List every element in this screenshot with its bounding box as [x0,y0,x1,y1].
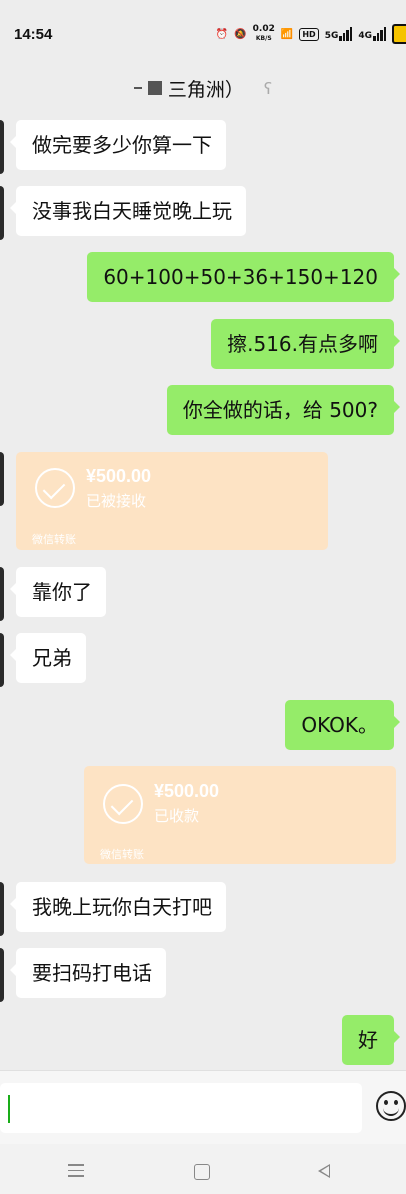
signal-bars-icon [339,27,353,41]
redacted-mark [133,87,142,89]
net-speed: 0.02 KB/S [252,24,275,43]
mute-icon: 🔕 [234,28,247,40]
chat-header: 三角洲） ʕ [0,68,406,108]
transfer-card[interactable]: ¥500.00 已收款 微信转账 [84,766,396,864]
message-bubble[interactable]: 60+100+50+36+150+120 [87,252,400,302]
transfer-card[interactable]: ¥500.00 已被接收 微信转账 [16,452,328,550]
message-input[interactable] [0,1083,362,1133]
avatar[interactable] [0,882,4,936]
signal-bars-icon [373,27,386,41]
wifi-icon: 📶 [280,28,294,40]
transfer-amount: ¥500.00 [154,781,220,801]
message-bubble[interactable]: 我晚上玩你白天打吧 [10,882,226,932]
alarm-icon: ⏰ [215,28,229,40]
avatar[interactable] [0,567,4,621]
chat-title: 三角洲） [167,78,244,101]
message-bubble[interactable]: 没事我白天睡觉晚上玩 [10,186,246,236]
menu-icon[interactable] [68,1164,84,1181]
emoji-icon[interactable] [376,1091,406,1121]
battery-icon [392,24,406,44]
message-bubble[interactable]: 做完要多少你算一下 [10,120,226,170]
transfer-label: 微信转账 [32,533,76,546]
avatar[interactable] [0,120,4,174]
status-time: 14:54 [14,26,53,43]
chat-title-wrap[interactable]: 三角洲） ʕ [133,75,273,102]
home-icon[interactable] [194,1164,210,1180]
message-bubble[interactable]: 你全做的话，给 500? [166,385,401,435]
text-cursor [8,1095,10,1123]
transfer-status: 已收款 [154,807,200,825]
message-bubble[interactable]: 好 [342,1015,400,1065]
input-bar [0,1070,406,1145]
avatar[interactable] [0,633,4,687]
avatar[interactable] [0,452,4,506]
system-nav-bar [0,1144,406,1194]
earpiece-mode-icon: ʕ [263,78,273,98]
check-circle-icon [103,784,143,824]
redacted-mark [147,81,162,95]
avatar[interactable] [0,186,4,240]
message-bubble[interactable]: 擦.516.有点多啊 [211,319,400,369]
message-bubble[interactable]: 要扫码打电话 [10,948,166,998]
hd-badge: HD [299,27,319,41]
status-bar: 14:54 ⏰ 🔕 0.02 KB/S 📶 HD 5G 4G [0,0,406,68]
back-icon[interactable] [318,1164,330,1178]
message-bubble[interactable]: 兄弟 [10,633,86,683]
avatar[interactable] [0,948,4,1002]
status-icons: ⏰ 🔕 0.02 KB/S 📶 HD 5G 4G [216,22,406,46]
transfer-amount: ¥500.00 [86,466,152,486]
signal-4g: 4G [358,27,386,41]
message-bubble[interactable]: OKOK。 [285,700,400,750]
transfer-label: 微信转账 [100,848,144,861]
transfer-status: 已被接收 [86,492,147,510]
message-bubble[interactable]: 靠你了 [10,567,106,617]
signal-5g: 5G [325,27,353,41]
check-circle-icon [35,468,75,508]
